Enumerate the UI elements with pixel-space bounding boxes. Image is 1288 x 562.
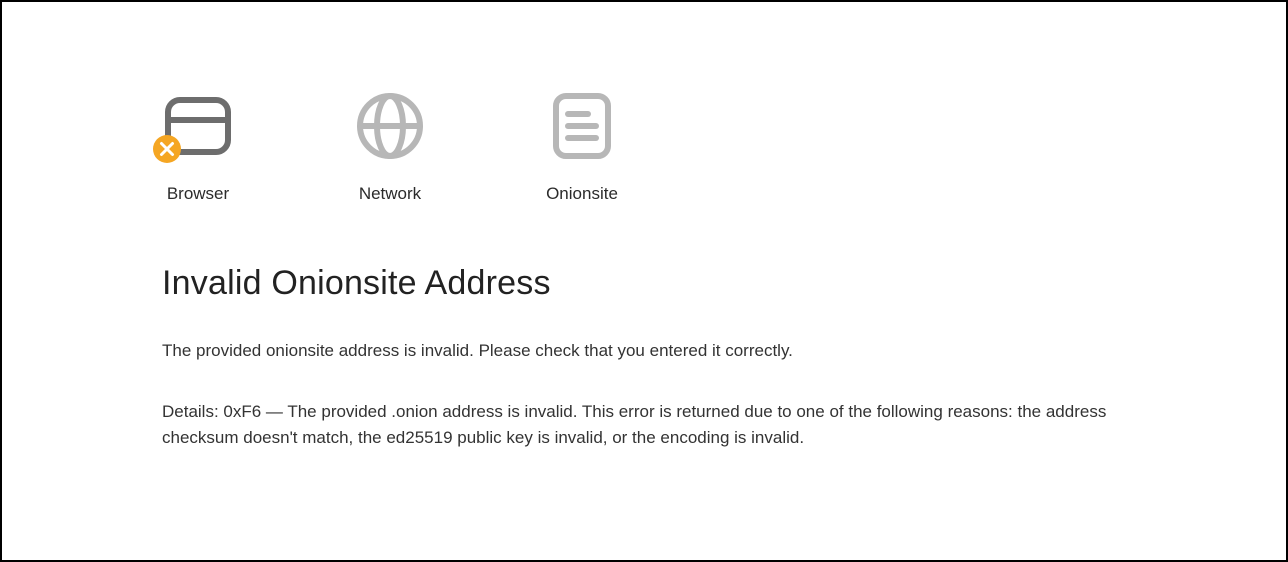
globe-icon	[354, 90, 426, 162]
step-network: Network	[354, 90, 426, 204]
error-title: Invalid Onionsite Address	[162, 264, 1126, 303]
error-details: Details: 0xF6 — The provided .onion addr…	[162, 399, 1122, 452]
step-onionsite-label: Onionsite	[546, 184, 618, 204]
error-message: The provided onionsite address is invali…	[162, 339, 1126, 363]
step-browser-label: Browser	[167, 184, 229, 204]
step-network-label: Network	[359, 184, 421, 204]
error-x-badge-icon	[152, 134, 182, 164]
error-steps-row: Browser Network Onionsite	[162, 90, 1126, 204]
document-icon	[546, 90, 618, 162]
browser-icon	[162, 90, 234, 162]
step-onionsite: Onionsite	[546, 90, 618, 204]
step-browser: Browser	[162, 90, 234, 204]
